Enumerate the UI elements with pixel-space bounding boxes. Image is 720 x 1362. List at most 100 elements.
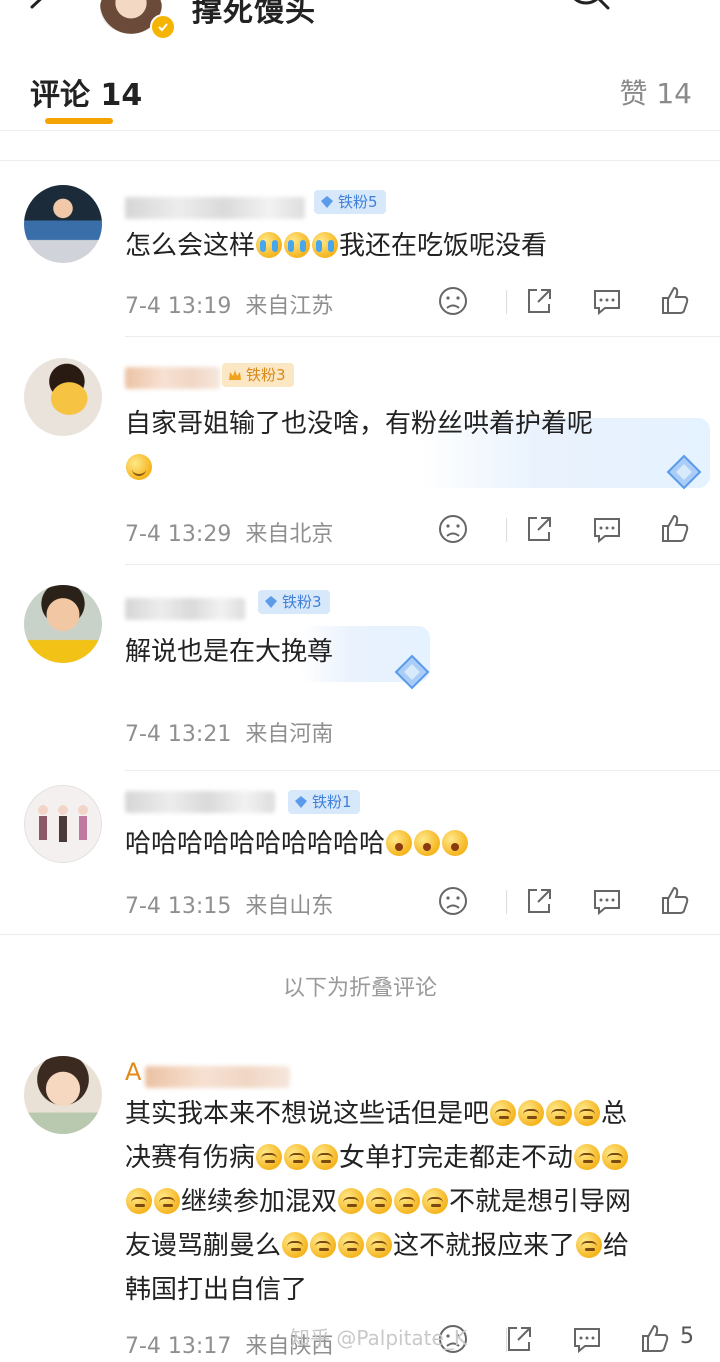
- tab-likes[interactable]: 赞 14: [619, 72, 692, 112]
- comment-time: 7-4 13:19: [125, 294, 232, 319]
- comment-actions: [436, 884, 696, 924]
- divider: [0, 934, 720, 935]
- commenter-name-redacted[interactable]: [125, 197, 305, 219]
- comment-text-part: 韩国打出自信了: [125, 1275, 308, 1305]
- surprised-emoji-icon: [414, 830, 441, 856]
- smirk-emoji-icon: [394, 1188, 421, 1214]
- dislike-face-icon[interactable]: [436, 512, 470, 546]
- comment-time: 7-4 13:29: [125, 522, 232, 547]
- comment-text-part: 怎么会这样: [125, 231, 256, 261]
- smirk-emoji-icon: [126, 1188, 152, 1214]
- comment-text-part: 其实我本来不想说这些话但是吧: [125, 1099, 490, 1129]
- diamond-icon: [321, 196, 333, 208]
- comment-text-part: 给: [603, 1231, 630, 1261]
- comment-text-part: 友谩骂蒯曼么: [125, 1231, 282, 1261]
- fan-level-badge: 铁粉5: [314, 190, 386, 214]
- smirk-emoji-icon: [312, 1144, 339, 1170]
- comment-actions: [436, 284, 696, 324]
- dislike-face-icon[interactable]: [436, 884, 470, 918]
- separator: [506, 518, 507, 542]
- separator: [506, 290, 507, 314]
- commenter-name-initial[interactable]: A: [125, 1058, 141, 1086]
- surprised-emoji-icon: [386, 830, 413, 856]
- divider: [0, 160, 720, 161]
- dislike-face-icon[interactable]: [436, 284, 470, 318]
- more-icon[interactable]: [644, 0, 694, 10]
- fan-level-badge: 铁粉1: [288, 790, 360, 814]
- smirk-emoji-icon: [284, 1144, 311, 1170]
- crying-emoji-icon: [312, 232, 339, 258]
- search-icon[interactable]: [562, 0, 612, 24]
- crown-icon: [229, 370, 241, 380]
- comment-time: 7-4 13:17: [125, 1334, 232, 1359]
- comment-actions: [436, 512, 696, 552]
- comment-text-part: 总: [601, 1099, 628, 1129]
- comment-text-part: 哈哈哈哈哈哈哈哈哈哈: [125, 829, 386, 859]
- share-icon[interactable]: [522, 512, 556, 546]
- comment-text-part: 这不就报应来了: [393, 1231, 576, 1261]
- like-thumb-icon[interactable]: [638, 1322, 672, 1356]
- commenter-name-redacted[interactable]: [145, 1066, 290, 1088]
- separator: [506, 890, 507, 914]
- fan-level-badge: 铁粉3: [222, 363, 294, 387]
- commenter-name-redacted[interactable]: [125, 791, 275, 813]
- reply-icon[interactable]: [570, 1322, 604, 1356]
- smirk-emoji-icon: [602, 1144, 629, 1170]
- commenter-avatar[interactable]: [24, 185, 102, 263]
- comment-meta: 7-4 13:19 来自江苏: [125, 288, 333, 320]
- smirk-emoji-icon: [574, 1100, 601, 1126]
- share-icon[interactable]: [522, 884, 556, 918]
- like-thumb-icon[interactable]: [658, 284, 692, 318]
- badge-label: 铁粉5: [338, 193, 378, 211]
- comment-text: 其实我本来不想说这些话但是吧 总 决赛有伤病 女单打完走都走不动 继续参加混双 不就是…: [125, 1092, 705, 1312]
- commenter-avatar[interactable]: [24, 585, 102, 663]
- comment-text: 怎么会这样 我还在吃饭呢没看: [125, 224, 547, 268]
- watermark: 知乎 @Palpitate_K: [290, 1326, 467, 1350]
- crying-emoji-icon: [256, 232, 283, 258]
- commenter-name-redacted[interactable]: [125, 598, 245, 620]
- commenter-avatar[interactable]: [24, 785, 102, 863]
- comment-text-part: 自家哥姐输了也没啥，有粉丝哄着护着呢: [125, 409, 594, 439]
- comment-text-part: 女单打完走都走不动: [339, 1143, 574, 1173]
- figures-illustration-icon: [38, 805, 88, 842]
- diamond-icon: [265, 596, 277, 608]
- like-thumb-icon[interactable]: [658, 884, 692, 918]
- comment-text-part: 决赛有伤病: [125, 1143, 256, 1173]
- comment-location: 来自北京: [245, 522, 334, 547]
- share-icon[interactable]: [522, 284, 556, 318]
- back-arrow-icon[interactable]: [24, 0, 54, 22]
- comment-location: 来自河南: [245, 722, 334, 747]
- folded-comments-label[interactable]: 以下为折叠评论: [0, 970, 720, 1002]
- share-icon[interactable]: [502, 1322, 536, 1356]
- badge-label: 铁粉3: [282, 593, 322, 611]
- comment-text: 自家哥姐输了也没啥，有粉丝哄着护着呢: [125, 402, 685, 490]
- smirk-emoji-icon: [338, 1232, 365, 1258]
- smirk-emoji-icon: [546, 1100, 573, 1126]
- commenter-avatar[interactable]: [24, 1056, 102, 1134]
- crying-emoji-icon: [284, 232, 311, 258]
- top-bar: 撑死馒头: [0, 0, 720, 43]
- divider: [125, 336, 720, 337]
- reply-icon[interactable]: [590, 512, 624, 546]
- reply-icon[interactable]: [590, 284, 624, 318]
- comment-meta: 7-4 13:29 来自北京: [125, 516, 333, 548]
- comment-text-part: 继续参加混双: [181, 1187, 338, 1217]
- smirk-emoji-icon: [282, 1232, 309, 1258]
- comment-meta: 7-4 13:21 来自河南: [125, 716, 333, 748]
- reply-icon[interactable]: [590, 884, 624, 918]
- commenter-name-redacted[interactable]: [125, 367, 220, 389]
- divider: [125, 564, 720, 565]
- commenter-avatar[interactable]: [24, 358, 102, 436]
- comment-text-part: 不就是想引导网: [449, 1187, 632, 1217]
- comment-actions: 5: [436, 1322, 696, 1362]
- smirk-emoji-icon: [256, 1144, 283, 1170]
- smile-emoji-icon: [126, 454, 152, 480]
- smirk-emoji-icon: [490, 1100, 517, 1126]
- tab-comments[interactable]: 评论 14: [30, 70, 142, 114]
- comment-location: 来自江苏: [245, 294, 334, 319]
- like-thumb-icon[interactable]: [658, 512, 692, 546]
- comment-text: 解说也是在大挽尊: [125, 637, 334, 667]
- comment-tabs: 评论 14 赞 14: [0, 42, 720, 131]
- smirk-emoji-icon: [576, 1232, 603, 1258]
- smirk-emoji-icon: [422, 1188, 449, 1214]
